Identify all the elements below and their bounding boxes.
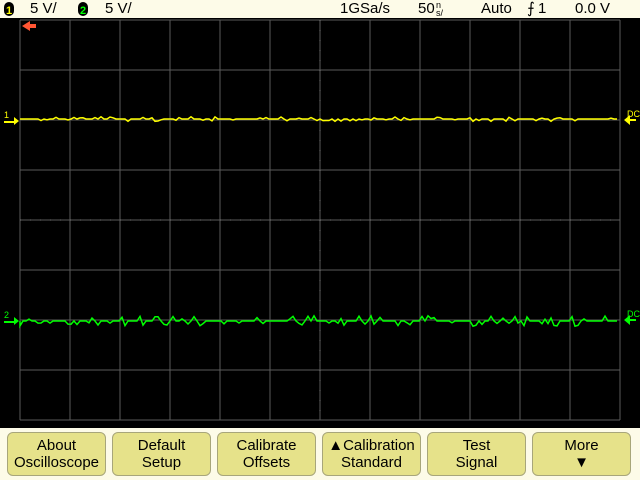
- ch1-waveform: [20, 115, 617, 123]
- sample-rate: 1GSa/s: [340, 0, 391, 17]
- trigger-source: 1: [538, 0, 547, 17]
- ch1-scale: 5 V/: [30, 0, 57, 17]
- softkey-label: Calibrate: [236, 437, 297, 454]
- ch1-coupling: DC: [627, 109, 640, 119]
- trigger-edge-icon: ⨍: [527, 0, 535, 17]
- test-signal-button[interactable]: Test Signal: [427, 432, 526, 476]
- softkey-label: More: [564, 437, 599, 454]
- ch2-scale: 5 V/: [105, 0, 132, 17]
- softkey-label: About: [36, 437, 77, 454]
- softkey-label: ▲Calibration: [328, 437, 415, 454]
- more-arrow-icon: ▼: [574, 454, 589, 471]
- softkey-label: Default: [137, 437, 186, 454]
- timebase-value: 50: [418, 0, 435, 17]
- about-oscilloscope-button[interactable]: About Oscilloscope: [7, 432, 106, 476]
- ch1-ground-label: 1: [4, 110, 9, 120]
- ch1-badge: 1: [4, 2, 14, 17]
- softkey-label: Standard: [341, 454, 402, 471]
- trigger-position-marker-icon: [22, 21, 36, 31]
- softkey-label: Signal: [455, 454, 498, 471]
- ch2-waveform: [19, 314, 617, 329]
- softkey-bar: About Oscilloscope Default Setup Calibrate…: [0, 428, 640, 480]
- softkey-label: Setup: [141, 454, 182, 471]
- timebase-unit-bottom: s/: [436, 8, 444, 18]
- calibration-standard-button[interactable]: ▲Calibration Standard: [322, 432, 421, 476]
- trigger-mode: Auto: [481, 0, 512, 17]
- more-button[interactable]: More ▼: [532, 432, 631, 476]
- ch2-coupling: DC: [627, 309, 640, 319]
- trigger-level: 0.0 V: [575, 0, 611, 17]
- default-setup-button[interactable]: Default Setup: [112, 432, 211, 476]
- ch2-ground-label: 2: [4, 310, 9, 320]
- waveform-display[interactable]: 1 2 DC DC: [0, 18, 640, 428]
- softkey-label: Test: [462, 437, 491, 454]
- softkey-label: Offsets: [242, 454, 291, 471]
- graticule: 1 2 DC DC: [4, 19, 640, 421]
- softkey-label: Oscilloscope: [13, 454, 100, 471]
- calibrate-offsets-button[interactable]: Calibrate Offsets: [217, 432, 316, 476]
- status-bar: 1 5 V/ 2 5 V/ 1GSa/s 50 n s/ Auto ⨍ 1 0.…: [0, 0, 640, 18]
- ch2-badge: 2: [78, 2, 88, 17]
